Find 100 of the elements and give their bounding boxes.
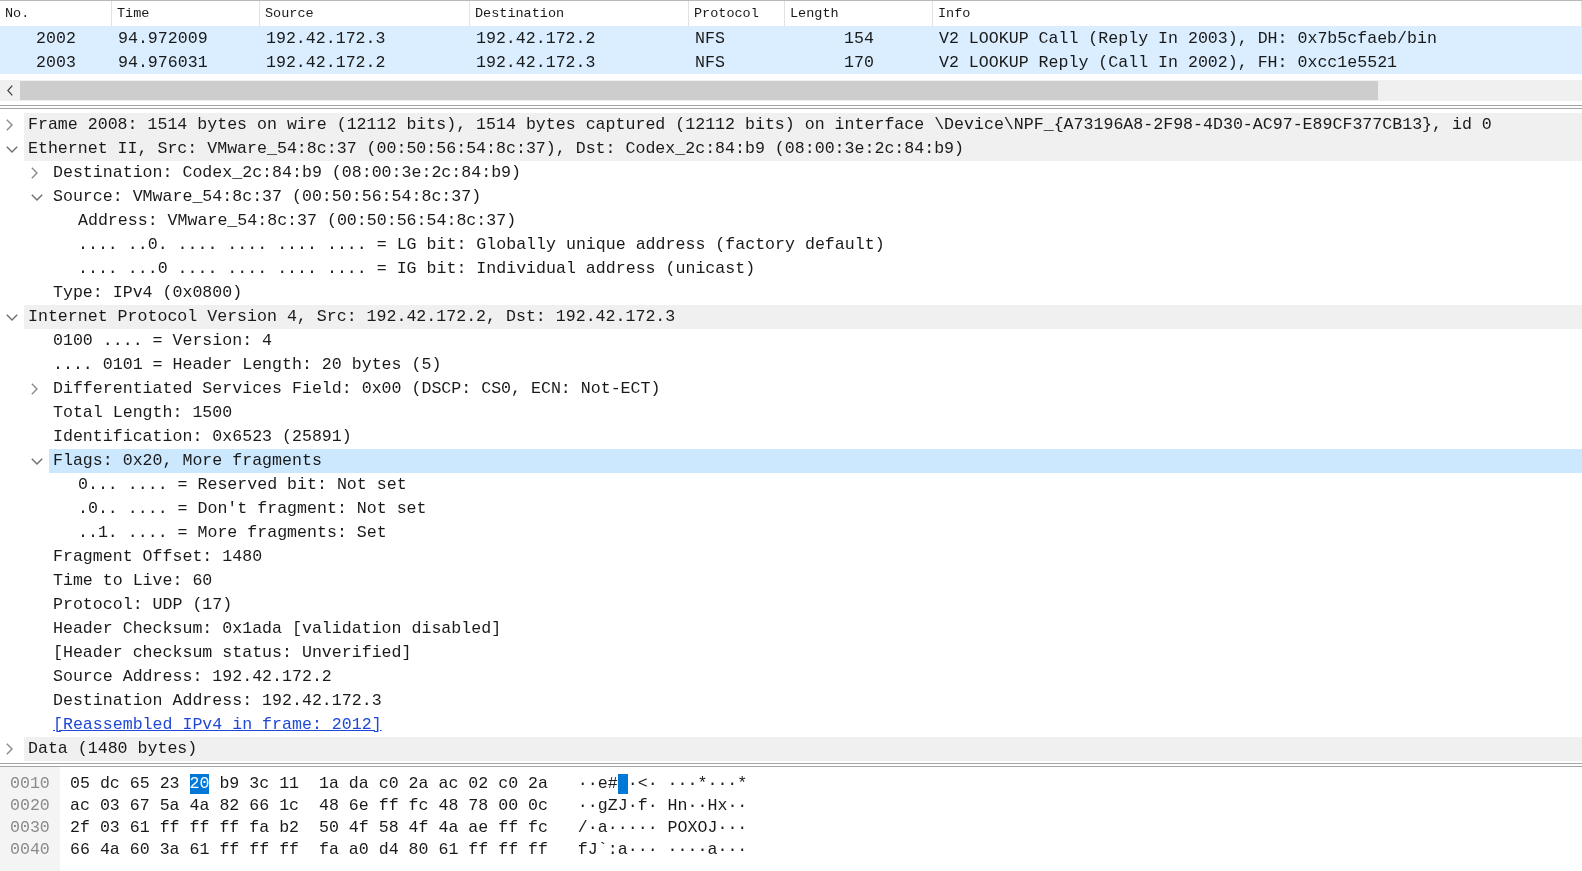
tree-item[interactable]: ..1. .... = More fragments: Set <box>78 523 387 543</box>
chevron-right-icon[interactable] <box>6 743 13 755</box>
hex-byte[interactable]: d4 <box>378 840 399 860</box>
ascii-char[interactable]: · <box>717 818 728 838</box>
hex-byte[interactable]: ff <box>528 840 548 860</box>
ascii-char[interactable]: P <box>667 818 678 838</box>
ascii-char[interactable]: · <box>727 774 738 794</box>
hex-byte[interactable]: 00 <box>498 796 519 816</box>
hex-byte[interactable]: 4f <box>348 818 369 838</box>
ascii-char[interactable]: · <box>667 840 678 860</box>
ascii-char[interactable]: · <box>577 774 588 794</box>
tree-item[interactable]: Internet Protocol Version 4, Src: 192.42.172.2, Dst: 192.42.172.3 <box>28 307 676 327</box>
ascii-char[interactable]: · <box>687 840 698 860</box>
tree-item[interactable]: Destination Address: 192.42.172.3 <box>53 691 382 711</box>
ascii-char[interactable]: : <box>607 840 618 860</box>
hex-byte[interactable]: fa <box>249 818 270 838</box>
hex-byte[interactable]: 1a <box>318 774 339 794</box>
hex-byte[interactable]: 80 <box>408 840 429 860</box>
hex-byte[interactable]: da <box>348 774 369 794</box>
tree-item[interactable]: 0100 .... = Version: 4 <box>53 331 273 351</box>
hex-byte[interactable]: ff <box>378 796 399 816</box>
ascii-char[interactable]: < <box>637 774 648 794</box>
hex-byte[interactable]: 60 <box>129 840 150 860</box>
ascii-char[interactable]: · <box>717 774 728 794</box>
hex-byte[interactable]: 03 <box>99 818 120 838</box>
tree-item[interactable]: Data (1480 bytes) <box>28 739 198 759</box>
hex-byte[interactable]: ff <box>189 818 210 838</box>
hex-byte[interactable]: 23 <box>159 774 180 794</box>
chevron-down-icon[interactable] <box>6 313 18 321</box>
hex-byte[interactable]: ac <box>438 774 459 794</box>
packet-row[interactable]: 2003 94.976031 192.42.172.2 192.42.172.3 NFS 170 V2 LOOKUP Reply (Call In 2002), FH: 0xcc1e5521 <box>0 50 1582 74</box>
ascii-char[interactable]: O <box>677 818 688 838</box>
hex-byte[interactable]: 58 <box>378 818 399 838</box>
hex-byte[interactable]: 3a <box>159 840 180 860</box>
ascii-char[interactable]: · <box>587 796 598 816</box>
tree-item[interactable]: Source Address: 192.42.172.2 <box>53 667 332 687</box>
ascii-char[interactable]: O <box>697 818 708 838</box>
ascii-char[interactable]: · <box>717 840 728 860</box>
tree-item[interactable]: Fragment Offset: 1480 <box>53 547 263 567</box>
hex-byte[interactable]: 20 <box>189 774 210 794</box>
ascii-char[interactable]: · <box>607 818 618 838</box>
ascii-char[interactable]: · <box>627 796 638 816</box>
hex-byte[interactable]: 02 <box>468 774 489 794</box>
ascii-char[interactable]: · <box>587 818 598 838</box>
tree-item[interactable]: Time to Live: 60 <box>53 571 213 591</box>
ascii-char[interactable]: · <box>677 774 688 794</box>
ascii-char[interactable]: · <box>727 818 738 838</box>
hex-byte[interactable]: 61 <box>189 840 210 860</box>
hex-byte[interactable]: ff <box>219 818 240 838</box>
hex-byte[interactable]: 2a <box>528 774 548 794</box>
ascii-char[interactable]: · <box>647 796 658 816</box>
tree-item[interactable]: Destination: Codex_2c:84:b9 (08:00:3e:2c:84:b9) <box>53 163 522 183</box>
hex-byte[interactable]: 6e <box>348 796 369 816</box>
ascii-char[interactable]: · <box>637 818 648 838</box>
ascii-char[interactable]: a <box>617 840 628 860</box>
tree-item[interactable]: Address: VMware_54:8c:37 (00:50:56:54:8c:37) <box>78 211 517 231</box>
ascii-char[interactable]: J <box>707 818 718 838</box>
tree-item[interactable]: Source: VMware_54:8c:37 (00:50:56:54:8c:37) <box>53 187 482 207</box>
hex-byte[interactable]: ff <box>159 818 180 838</box>
ascii-char[interactable]: · <box>737 840 748 860</box>
chevron-right-icon[interactable] <box>6 119 13 131</box>
hex-byte[interactable]: fa <box>318 840 339 860</box>
ascii-char[interactable]: · <box>727 840 738 860</box>
ascii-char[interactable]: · <box>737 796 748 816</box>
ascii-char[interactable]: a <box>707 840 718 860</box>
hex-byte[interactable]: 61 <box>129 818 150 838</box>
ascii-char[interactable]: · <box>727 796 738 816</box>
hex-byte[interactable]: ae <box>468 818 489 838</box>
tree-item[interactable]: .... ...0 .... .... .... .... = IG bit: Individual address (unicast) <box>78 259 756 279</box>
hex-byte[interactable]: 4a <box>189 796 210 816</box>
hex-byte[interactable]: fc <box>408 796 429 816</box>
scrollbar-thumb[interactable] <box>20 81 1378 100</box>
ascii-char[interactable]: · <box>577 796 588 816</box>
ascii-char[interactable]: · <box>647 818 658 838</box>
ascii-char[interactable]: ` <box>597 840 608 860</box>
ascii-char[interactable]: · <box>647 840 658 860</box>
hex-byte[interactable]: 4f <box>408 818 429 838</box>
ascii-char[interactable]: · <box>737 818 748 838</box>
ascii-char[interactable]: x <box>717 796 728 816</box>
hex-byte[interactable]: dc <box>99 774 120 794</box>
hex-byte[interactable]: 05 <box>70 774 90 794</box>
hex-byte[interactable]: a0 <box>348 840 369 860</box>
tree-item[interactable]: Protocol: UDP (17) <box>53 595 233 615</box>
ascii-char[interactable]: f <box>577 840 588 860</box>
tree-item[interactable]: Type: IPv4 (0x0800) <box>53 283 243 303</box>
ascii-char[interactable]: X <box>687 818 698 838</box>
hex-byte[interactable]: 2a <box>408 774 429 794</box>
hex-byte[interactable]: 78 <box>468 796 489 816</box>
hex-byte[interactable]: 65 <box>129 774 150 794</box>
hex-byte[interactable]: 48 <box>318 796 339 816</box>
ascii-char[interactable]: * <box>737 774 748 794</box>
tree-item[interactable]: [Header checksum status: Unverified] <box>53 643 412 663</box>
hex-byte[interactable]: b9 <box>219 774 240 794</box>
ascii-char[interactable]: · <box>697 796 708 816</box>
ascii-char[interactable]: · <box>627 774 638 794</box>
ascii-char[interactable]: a <box>597 818 608 838</box>
tree-item[interactable]: .... ..0. .... .... .... .... = LG bit: Globally unique address (factory default) <box>78 235 885 255</box>
tree-item[interactable]: Differentiated Services Field: 0x00 (DSCP: CS0, ECN: Not-ECT) <box>53 379 661 399</box>
ascii-char[interactable]: · <box>697 840 708 860</box>
ascii-char[interactable]: H <box>707 796 718 816</box>
